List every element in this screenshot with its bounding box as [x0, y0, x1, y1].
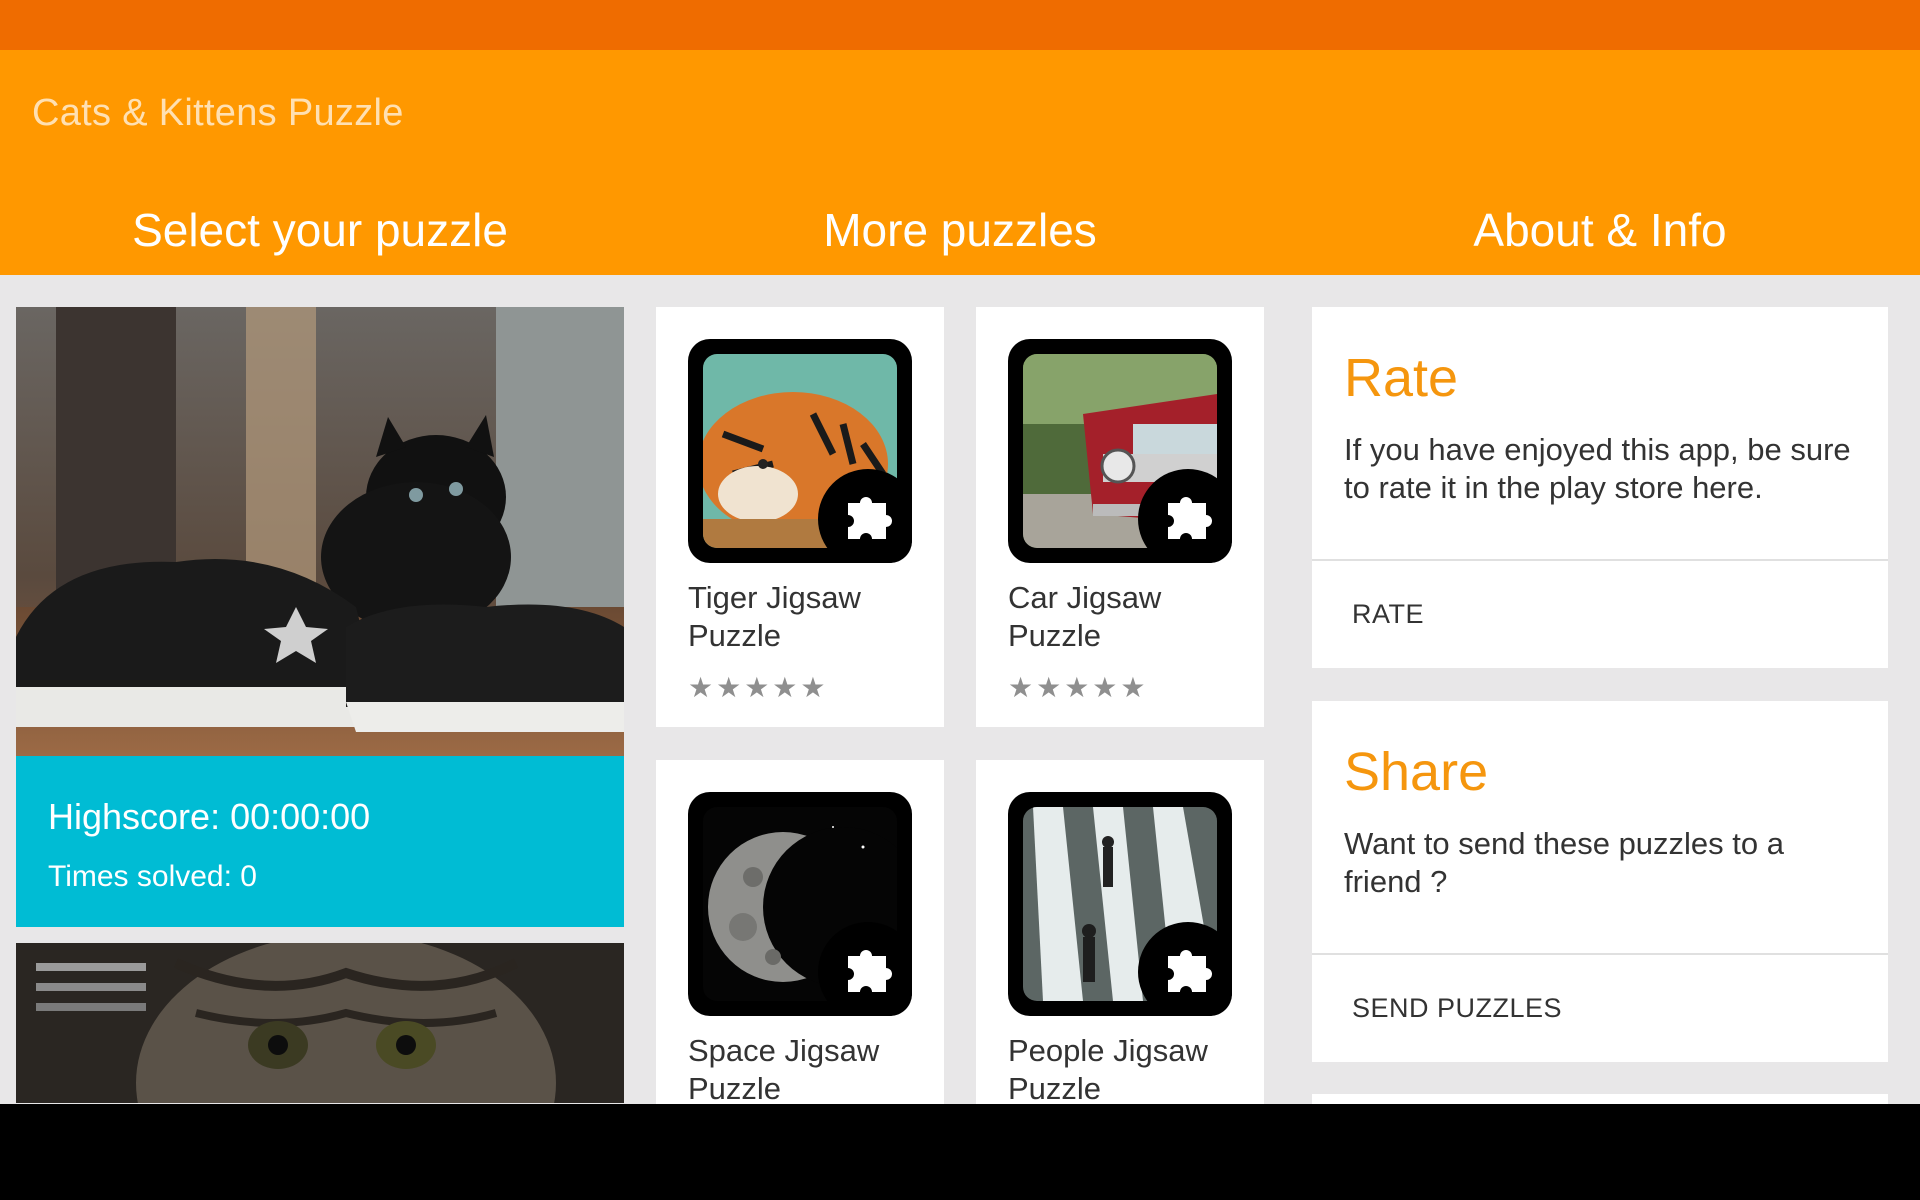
puzzle-title: People Jigsaw Puzzle: [1008, 1033, 1208, 1106]
puzzle-piece-icon: [818, 922, 912, 1016]
status-bar: [0, 0, 1920, 50]
more-puzzle-card-space[interactable]: Space Jigsaw Puzzle: [656, 760, 944, 1160]
send-puzzles-button[interactable]: SEND PUZZLES: [1352, 993, 1562, 1024]
rate-description: If you have enjoyed this app, be sure to…: [1344, 432, 1851, 505]
app-bar: Cats & Kittens Puzzle Select your puzzle…: [0, 50, 1920, 275]
share-card: Share Want to send these puzzles to a fr…: [1312, 701, 1888, 1062]
puzzle-title: Tiger Jigsaw Puzzle: [688, 580, 861, 653]
share-title: Share: [1344, 742, 1489, 802]
tabby-cat-image: [16, 943, 624, 1103]
puzzle-piece-icon: [818, 469, 912, 563]
more-puzzle-card-people[interactable]: People Jigsaw Puzzle: [976, 760, 1264, 1160]
highscore-text: Highscore: 00:00:00: [48, 796, 371, 837]
tiger-thumbnail: [688, 339, 912, 563]
puzzle-card-tabby-cat[interactable]: [16, 943, 624, 1103]
space-thumbnail: [688, 792, 912, 1016]
rate-button[interactable]: RATE: [1352, 599, 1424, 630]
puzzle-piece-icon: [1138, 469, 1232, 563]
share-description: Want to send these puzzles to a friend ?: [1344, 826, 1784, 899]
times-solved-text: Times solved: 0: [48, 860, 257, 893]
puzzle-card-kitten-shoes[interactable]: Highscore: 00:00:00 Times solved: 0: [16, 307, 624, 927]
puzzle-title: Car Jigsaw Puzzle: [1008, 580, 1162, 653]
navigation-bar: [0, 1104, 1920, 1200]
people-thumbnail: [1008, 792, 1232, 1016]
divider: [1312, 953, 1888, 955]
divider: [1312, 559, 1888, 561]
star-rating: ★★★★★: [688, 672, 829, 703]
kitten-on-sneakers-image: [16, 307, 624, 756]
app-title: Cats & Kittens Puzzle: [32, 92, 404, 134]
star-rating: ★★★★★: [1008, 672, 1149, 703]
more-puzzle-card-tiger[interactable]: Tiger Jigsaw Puzzle ★★★★★: [656, 307, 944, 727]
puzzle-title: Space Jigsaw Puzzle: [688, 1033, 880, 1106]
more-puzzle-card-car[interactable]: Car Jigsaw Puzzle ★★★★★: [976, 307, 1264, 727]
tab-select-your-puzzle[interactable]: Select your puzzle: [0, 200, 640, 260]
puzzle-piece-icon: [1138, 922, 1232, 1016]
car-thumbnail: [1008, 339, 1232, 563]
rate-card: Rate If you have enjoyed this app, be su…: [1312, 307, 1888, 668]
tab-more-puzzles[interactable]: More puzzles: [640, 200, 1280, 260]
tab-about-info[interactable]: About & Info: [1280, 200, 1920, 260]
rate-title: Rate: [1344, 348, 1459, 408]
score-panel: Highscore: 00:00:00 Times solved: 0: [16, 756, 624, 927]
